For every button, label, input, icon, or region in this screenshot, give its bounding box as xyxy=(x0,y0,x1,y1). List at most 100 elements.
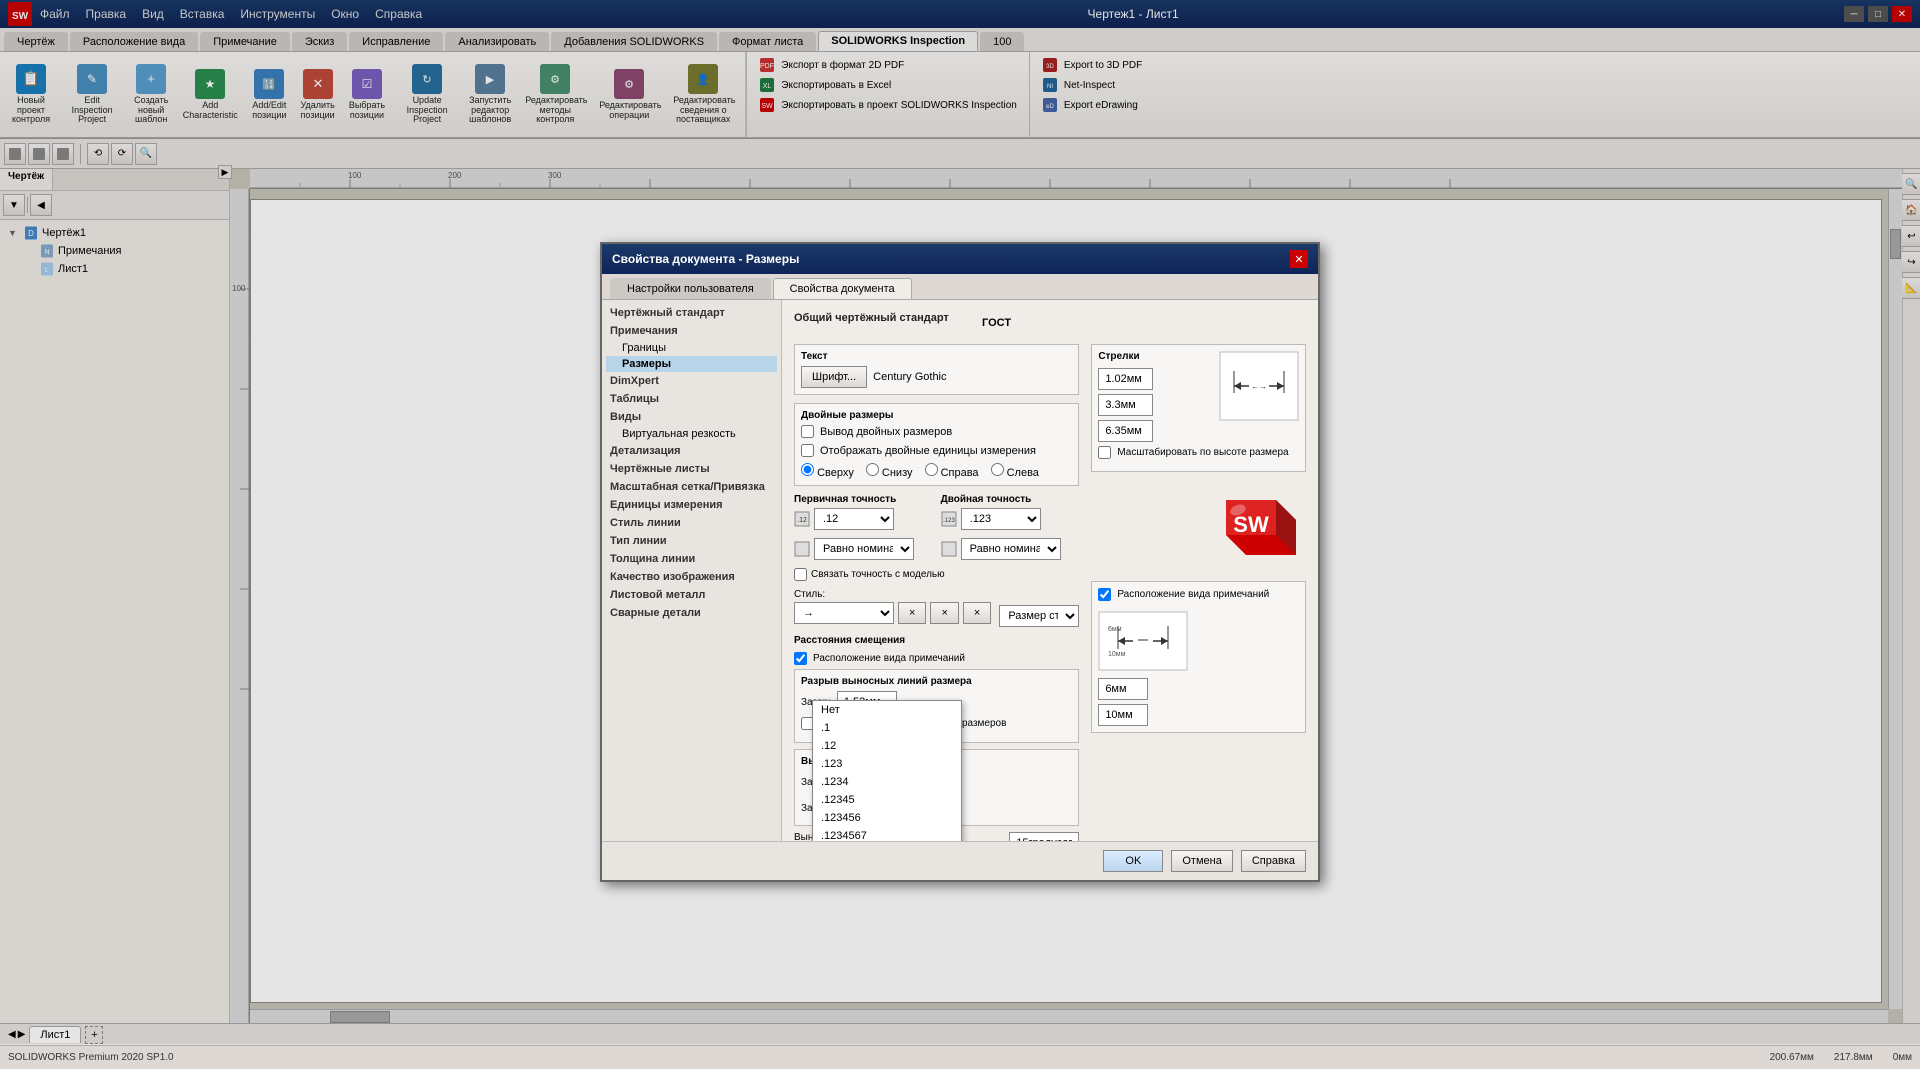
filter-btn[interactable]: ▼ xyxy=(3,194,25,216)
template-editor-button[interactable]: ▶ Запуститьредакторшаблонов xyxy=(465,62,515,128)
secondary-precision-select[interactable]: .123 xyxy=(961,508,1041,530)
tab-sketch[interactable]: Эскиз xyxy=(292,32,347,51)
toolbar-btn-5[interactable]: ⟳ xyxy=(111,143,133,165)
view-top-radio[interactable] xyxy=(801,463,814,476)
notes-placement-check[interactable] xyxy=(1098,588,1111,601)
document-properties-dialog[interactable]: Свойства документа - Размеры ✕ Настройки… xyxy=(600,242,1320,882)
menu-insert[interactable]: Вставка xyxy=(180,7,225,21)
font-button[interactable]: Шрифт... xyxy=(801,366,867,388)
tree-virtual-sharpness[interactable]: Виртуальная резкость xyxy=(606,426,777,442)
arrow-val-1-input[interactable] xyxy=(1098,368,1153,390)
collapse-btn[interactable]: ◀ xyxy=(30,194,52,216)
view-right-label[interactable]: Справа xyxy=(925,463,979,479)
scale-check[interactable] xyxy=(1098,446,1111,459)
update-inspection-project-button[interactable]: ↻ Update Inspection Project xyxy=(395,62,459,128)
dropdown-item-12345[interactable]: .12345 xyxy=(813,791,961,809)
tree-sheet[interactable]: L Лист1 xyxy=(20,260,225,278)
style-btn-2[interactable]: × xyxy=(930,602,958,624)
tree-drawing-sheets[interactable]: Чертёжные листы xyxy=(606,460,777,478)
tab-correction[interactable]: Исправление xyxy=(349,32,443,51)
tree-weld[interactable]: Сварные детали xyxy=(606,604,777,622)
offset-val-1-input[interactable] xyxy=(1098,678,1148,700)
tab-sheet-format[interactable]: Формат листа xyxy=(719,32,816,51)
link-model-check[interactable] xyxy=(794,568,807,581)
help-button[interactable]: Справка xyxy=(1241,850,1306,872)
tab-analyze[interactable]: Анализировать xyxy=(445,32,549,51)
export-3d-pdf-button[interactable]: 3D Export to 3D PDF xyxy=(1038,56,1146,74)
minimize-button[interactable]: ─ xyxy=(1844,6,1864,22)
edit-methods-button[interactable]: ⚙ Редактироватьметодыконтроля xyxy=(521,62,589,128)
view-right-radio[interactable] xyxy=(925,463,938,476)
tree-drawing-standard[interactable]: Чертёжный стандарт xyxy=(606,304,777,322)
dual-dims-units-check[interactable] xyxy=(801,444,814,457)
export-2d-pdf-button[interactable]: PDF Экспорт в формат 2D PDF xyxy=(755,56,1021,74)
view-left-label[interactable]: Слева xyxy=(991,463,1039,479)
menu-window[interactable]: Окно xyxy=(331,7,359,21)
expand-arrow[interactable]: ▶ xyxy=(218,165,232,179)
new-inspection-project-button[interactable]: 📋 Новыйпроектконтроля xyxy=(8,62,54,128)
tree-dimxpert[interactable]: DimXpert xyxy=(606,372,777,390)
dropdown-item-none[interactable]: Нет xyxy=(813,701,961,719)
tree-line-type[interactable]: Тип линии xyxy=(606,532,777,550)
scroll-thumb-h[interactable] xyxy=(330,1011,390,1023)
view-bottom-label[interactable]: Снизу xyxy=(866,463,913,479)
tree-boundaries[interactable]: Границы xyxy=(606,340,777,356)
tree-drawing[interactable]: ▼ D Чертёж1 xyxy=(4,224,225,242)
offset-check[interactable] xyxy=(794,652,807,665)
tab-note[interactable]: Примечание xyxy=(200,32,290,51)
arrow-val-2-input[interactable] xyxy=(1098,394,1153,416)
tab-view-layout[interactable]: Расположение вида xyxy=(70,32,198,51)
tab-addins[interactable]: Добавления SOLIDWORKS xyxy=(551,32,717,51)
toolbar-btn-2[interactable] xyxy=(28,143,50,165)
menu-edit[interactable]: Правка xyxy=(86,7,127,21)
tolerance-select-1[interactable]: Равно номиналу xyxy=(814,538,914,560)
dropdown-item-1234567[interactable]: .1234567 xyxy=(813,827,961,841)
right-panel-btn-5[interactable]: 📐 xyxy=(1901,277,1920,299)
right-panel-btn-3[interactable]: ↩ xyxy=(1901,225,1920,247)
maximize-button[interactable]: □ xyxy=(1868,6,1888,22)
dropdown-item-12[interactable]: .12 xyxy=(813,737,961,755)
sheet-next-btn[interactable]: ▶ xyxy=(18,1029,26,1040)
angle-leader-input[interactable] xyxy=(1009,832,1079,841)
add-characteristic-button[interactable]: ★ Add Characteristic xyxy=(178,67,242,123)
dropdown-item-123456[interactable]: .123456 xyxy=(813,809,961,827)
tree-line-style[interactable]: Стиль линии xyxy=(606,514,777,532)
add-edit-positions-button[interactable]: 🔢 Add/Editпозиции xyxy=(248,67,290,123)
toolbar-btn-4[interactable]: ⟲ xyxy=(87,143,109,165)
arrow-val-3-input[interactable] xyxy=(1098,420,1153,442)
cancel-button[interactable]: Отмена xyxy=(1171,850,1232,872)
tree-line-thickness[interactable]: Толщина линии xyxy=(606,550,777,568)
view-bottom-radio[interactable] xyxy=(866,463,879,476)
style-btn-3[interactable]: × xyxy=(963,602,991,624)
tree-tables[interactable]: Таблицы xyxy=(606,390,777,408)
right-panel-btn-4[interactable]: ↪ xyxy=(1901,251,1920,273)
select-positions-button[interactable]: ☑ Выбратьпозиции xyxy=(345,67,389,123)
sheet-tab-1[interactable]: Лист1 xyxy=(29,1026,81,1043)
dual-dims-output-check[interactable] xyxy=(801,425,814,438)
edit-operations-button[interactable]: ⚙ Редактироватьоперации xyxy=(595,67,663,123)
edit-inspection-project-button[interactable]: ✎ Edit Inspection Project xyxy=(60,62,124,128)
tree-dimensions[interactable]: Размеры xyxy=(606,356,777,372)
dialog-tab-document-properties[interactable]: Свойства документа xyxy=(773,278,912,299)
offset-val-2-input[interactable] xyxy=(1098,704,1148,726)
toolbar-btn-6[interactable]: 🔍 xyxy=(135,143,157,165)
dropdown-item-1[interactable]: .1 xyxy=(813,719,961,737)
right-panel-btn-2[interactable]: 🏠 xyxy=(1901,199,1920,221)
tree-image-quality[interactable]: Качество изображения xyxy=(606,568,777,586)
right-panel-btn-1[interactable]: 🔍 xyxy=(1901,173,1920,195)
precision-dropdown[interactable]: Нет .1 .12 .123 .1234 .12345 .123456 .12… xyxy=(812,700,962,841)
menu-help[interactable]: Справка xyxy=(375,7,422,21)
primary-precision-select[interactable]: .12 xyxy=(814,508,894,530)
toolbar-btn-3[interactable] xyxy=(52,143,74,165)
menu-file[interactable]: Файл xyxy=(40,7,70,21)
menu-tools[interactable]: Инструменты xyxy=(240,7,315,21)
dialog-close-button[interactable]: ✕ xyxy=(1290,250,1308,268)
add-sheet-button[interactable]: + xyxy=(85,1026,103,1044)
title-bar-controls[interactable]: ─ □ ✕ xyxy=(1844,6,1912,22)
tolerance-select-2[interactable]: Равно номиналу xyxy=(961,538,1061,560)
size-scale-select[interactable]: Размер стека: 100% xyxy=(999,605,1079,627)
tab-drawing[interactable]: Чертёж xyxy=(4,32,68,51)
close-button[interactable]: ✕ xyxy=(1892,6,1912,22)
toolbar-btn-1[interactable] xyxy=(4,143,26,165)
tree-notes[interactable]: N Примечания xyxy=(20,242,225,260)
